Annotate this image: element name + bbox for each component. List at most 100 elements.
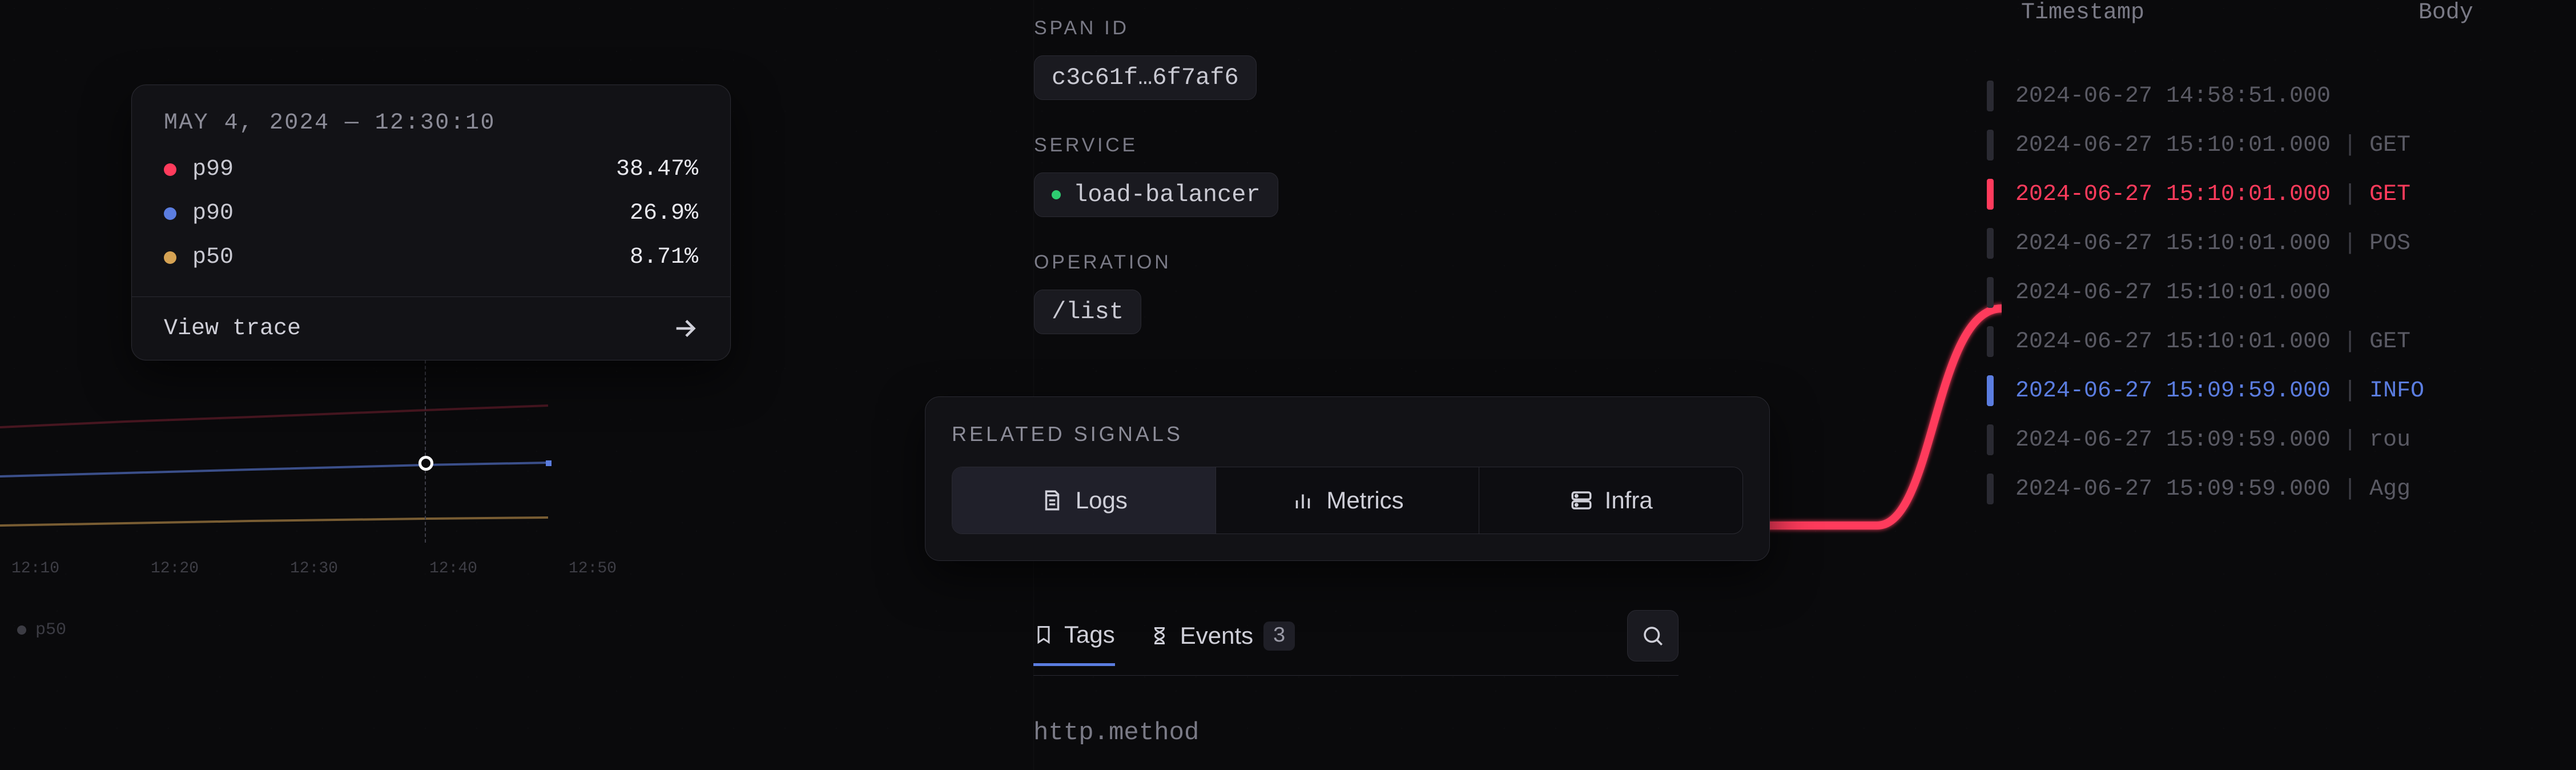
tooltip-dot [164,251,176,264]
log-level-bar [1987,81,1994,111]
related-signals-card: RELATED SIGNALS Logs Metrics Infra [925,396,1770,561]
span-id-label: SPAN ID [1034,17,1690,39]
tab-events-label: Events [1180,622,1253,649]
tooltip-dot [164,207,176,220]
log-sep: | [2331,378,2369,404]
log-body: INFO [2369,378,2424,404]
attribute-key-http-method: http.method [1033,719,1199,747]
x-tick: 12:30 [290,560,338,578]
col-timestamp: Timestamp [2021,0,2144,26]
operation-chip[interactable]: /list [1034,290,1141,334]
tooltip-rows: p99 38.47% p90 26.9% p50 8.71% [132,147,730,296]
tab-logs-label: Logs [1076,487,1128,514]
chart-plot-area[interactable] [0,343,628,571]
log-timestamp: 2024-06-27 14:58:51.000 [2015,83,2331,109]
log-row[interactable]: 2024-06-27 15:09:59.000|rou [1987,415,2576,464]
logs-rows: 2024-06-27 14:58:51.000 2024-06-27 15:10:… [1987,71,2576,514]
log-timestamp: 2024-06-27 15:10:01.000 [2015,182,2331,207]
chart-legend[interactable]: p50 [17,620,66,640]
legend-dot [17,625,26,635]
service-label: SERVICE [1034,134,1690,157]
log-timestamp: 2024-06-27 15:09:59.000 [2015,427,2331,453]
server-icon [1569,488,1593,512]
log-sep: | [2331,329,2369,355]
bookmark-icon [1033,624,1054,645]
service-chip[interactable]: load-balancer [1034,173,1278,217]
log-sep: | [2331,182,2369,207]
log-row[interactable]: 2024-06-27 15:10:01.000|GET [1987,317,2576,366]
log-body: Agg [2369,476,2410,502]
log-row[interactable]: 2024-06-27 15:09:59.000|Agg [1987,464,2576,514]
logs-icon [1040,488,1064,512]
log-level-bar [1987,228,1994,259]
status-dot-icon [1052,190,1061,199]
search-button[interactable] [1627,610,1679,661]
x-tick: 12:50 [569,560,617,578]
log-level-bar [1987,130,1994,161]
hourglass-icon [1149,625,1170,646]
span-id-chip[interactable]: c3c61f…6f7af6 [1034,55,1257,100]
tab-logs[interactable]: Logs [952,467,1216,534]
chart-x-axis: 12:10 12:20 12:30 12:40 12:50 [0,560,628,578]
tab-events[interactable]: Events 3 [1149,621,1295,665]
related-signals-title: RELATED SIGNALS [952,422,1743,446]
logs-columns: Timestamp Body [1987,0,2576,49]
log-body: GET [2369,182,2410,207]
log-row[interactable]: 2024-06-27 15:10:01.000 [1987,268,2576,317]
tab-tags-label: Tags [1064,621,1115,648]
x-tick: 12:10 [11,560,59,578]
arrow-right-icon [672,315,698,342]
log-level-bar [1987,179,1994,210]
log-timestamp: 2024-06-27 15:10:01.000 [2015,231,2331,256]
tooltip-label: p50 [192,244,234,270]
log-level-bar [1987,375,1994,406]
related-signals-tabs: Logs Metrics Infra [952,467,1743,534]
tab-infra-label: Infra [1605,487,1653,514]
operation-label: OPERATION [1034,251,1690,274]
log-row[interactable]: 2024-06-27 15:09:59.000|INFO [1987,366,2576,415]
log-level-bar [1987,277,1994,308]
log-timestamp: 2024-06-27 15:10:01.000 [2015,329,2331,355]
tooltip-label: p99 [192,157,234,182]
x-tick: 12:40 [429,560,477,578]
log-sep: | [2331,231,2369,256]
tooltip-row-p50: p50 8.71% [164,235,698,279]
log-row[interactable]: 2024-06-27 14:58:51.000 [1987,71,2576,121]
log-level-bar [1987,326,1994,357]
tab-metrics[interactable]: Metrics [1216,467,1480,534]
operation-value: /list [1052,298,1124,326]
service-value: load-balancer [1073,181,1261,208]
legend-label: p50 [35,620,66,640]
log-row[interactable]: 2024-06-27 15:10:01.000|GET [1987,170,2576,219]
log-sep: | [2331,476,2369,502]
log-row[interactable]: 2024-06-27 15:10:01.000|POS [1987,219,2576,268]
tooltip-value: 38.47% [616,157,698,182]
log-timestamp: 2024-06-27 15:09:59.000 [2015,378,2331,404]
tab-metrics-label: Metrics [1326,487,1403,514]
log-body: GET [2369,133,2410,158]
bar-chart-icon [1291,488,1315,512]
events-count-badge: 3 [1263,621,1295,651]
log-body: GET [2369,329,2410,355]
log-timestamp: 2024-06-27 15:10:01.000 [2015,133,2331,158]
chart-tooltip: MAY 4, 2024 — 12:30:10 p99 38.47% p90 26… [131,85,731,360]
log-timestamp: 2024-06-27 15:09:59.000 [2015,476,2331,502]
log-row[interactable]: 2024-06-27 15:10:01.000|GET [1987,121,2576,170]
log-timestamp: 2024-06-27 15:10:01.000 [2015,280,2331,306]
span-id-value: c3c61f…6f7af6 [1052,64,1239,91]
x-tick: 12:20 [151,560,199,578]
tooltip-row-p90: p90 26.9% [164,191,698,235]
search-icon [1641,624,1665,648]
tooltip-dot [164,163,176,176]
tab-infra[interactable]: Infra [1479,467,1742,534]
latency-sparkline [0,343,628,571]
view-trace-label: View trace [164,316,301,342]
tab-tags[interactable]: Tags [1033,621,1115,666]
view-trace-button[interactable]: View trace [132,296,730,360]
log-body: POS [2369,231,2410,256]
tooltip-label: p90 [192,200,234,226]
latency-chart-panel: 12:10 12:20 12:30 12:40 12:50 p50 MAY 4,… [0,0,742,770]
tooltip-value: 26.9% [630,200,698,226]
tooltip-timestamp: MAY 4, 2024 — 12:30:10 [132,85,730,147]
span-detail-tabs: Tags Events 3 [1033,610,1679,676]
